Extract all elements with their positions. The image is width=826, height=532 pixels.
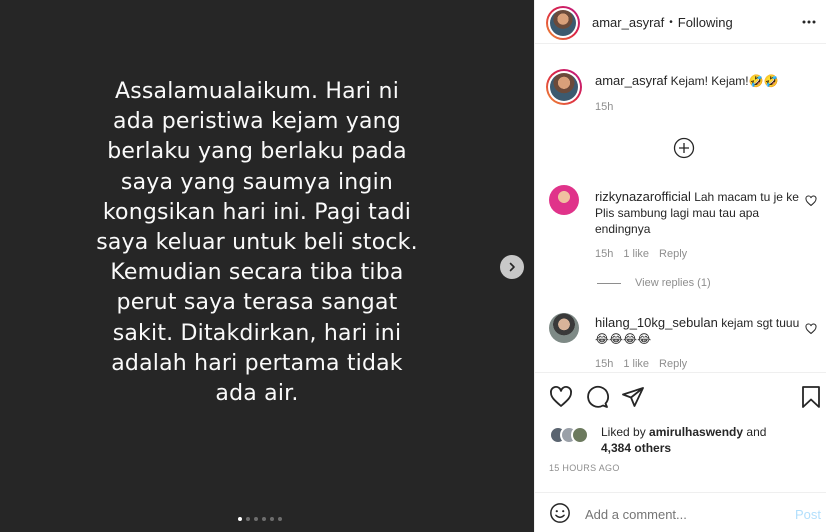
send-icon <box>622 387 644 407</box>
like-comment-button[interactable] <box>805 195 817 210</box>
view-replies-button[interactable]: View replies (1) <box>597 277 711 289</box>
caption-text: Kejam! Kejam!🤣🤣 <box>670 74 779 88</box>
liked-by-others[interactable]: 4,384 others <box>601 441 671 455</box>
chevron-right-icon <box>509 262 515 272</box>
comments-list[interactable]: amar_asyraf Kejam! Kejam!🤣🤣 15h rizkynaz… <box>535 45 826 373</box>
comment-input[interactable] <box>585 505 775 523</box>
slide-dot <box>278 517 282 521</box>
header-separator: • <box>669 17 673 28</box>
slide-dot <box>254 517 258 521</box>
more-options-button[interactable] <box>801 14 817 35</box>
add-comment-bar: Post <box>535 492 826 532</box>
plus-circle-icon <box>673 137 695 159</box>
comment-avatar[interactable] <box>549 313 579 343</box>
author-avatar[interactable] <box>546 6 580 40</box>
post-comment-button[interactable]: Post <box>795 507 821 522</box>
like-comment-button[interactable] <box>805 323 817 338</box>
comment-avatar[interactable] <box>549 185 579 215</box>
next-slide-button[interactable] <box>500 255 524 279</box>
load-more-comments-button[interactable] <box>673 137 695 164</box>
slide-dot <box>270 517 274 521</box>
replies-divider <box>597 282 621 284</box>
slide-dot <box>238 517 242 521</box>
emoji-button[interactable] <box>549 502 571 529</box>
comment-time[interactable]: 15h <box>595 358 613 370</box>
post-actions <box>535 383 826 413</box>
comment-username[interactable]: hilang_10kg_sebulan <box>595 315 718 330</box>
caption-username[interactable]: amar_asyraf <box>595 73 667 88</box>
reply-button[interactable]: Reply <box>659 248 687 260</box>
comment-button[interactable] <box>585 385 609 414</box>
more-options-icon <box>802 20 816 24</box>
slide-dot <box>246 517 250 521</box>
like-button[interactable] <box>549 385 573 414</box>
liked-by-username[interactable]: amirulhaswendy <box>649 425 743 439</box>
post-media[interactable]: Assalamualaikum. Hari ni ada peristiwa k… <box>0 0 534 532</box>
comment-username[interactable]: rizkynazarofficial <box>595 189 691 204</box>
liked-by-conj: and <box>743 425 767 439</box>
follow-status-button[interactable]: Following <box>678 15 733 30</box>
post-timestamp[interactable]: 15 HOURS AGO <box>549 463 620 473</box>
caption-avatar[interactable] <box>546 69 582 105</box>
heart-icon <box>805 323 817 335</box>
view-replies-label: View replies (1) <box>635 277 711 289</box>
heart-icon <box>805 195 817 207</box>
slide-dot <box>262 517 266 521</box>
post-sidebar: amar_asyraf • Following amar_asyraf Keja… <box>534 0 826 532</box>
comment-time[interactable]: 15h <box>595 248 613 260</box>
liked-by-prefix: Liked by <box>601 425 650 439</box>
liked-by-avatars[interactable] <box>549 426 599 446</box>
slide-indicator <box>238 517 282 521</box>
author-username[interactable]: amar_asyraf <box>592 15 664 30</box>
save-button[interactable] <box>799 385 823 414</box>
reply-button[interactable]: Reply <box>659 358 687 370</box>
bookmark-icon <box>802 386 820 408</box>
caption-time[interactable]: 15h <box>595 101 613 113</box>
heart-icon <box>550 386 572 407</box>
comment-likes[interactable]: 1 like <box>623 358 649 370</box>
emoji-icon <box>550 503 570 523</box>
share-button[interactable] <box>621 385 645 414</box>
post-text: Assalamualaikum. Hari ni ada peristiwa k… <box>96 79 418 407</box>
post-header: amar_asyraf • Following <box>535 0 826 44</box>
comment-likes[interactable]: 1 like <box>623 248 649 260</box>
comment-icon <box>587 385 609 408</box>
